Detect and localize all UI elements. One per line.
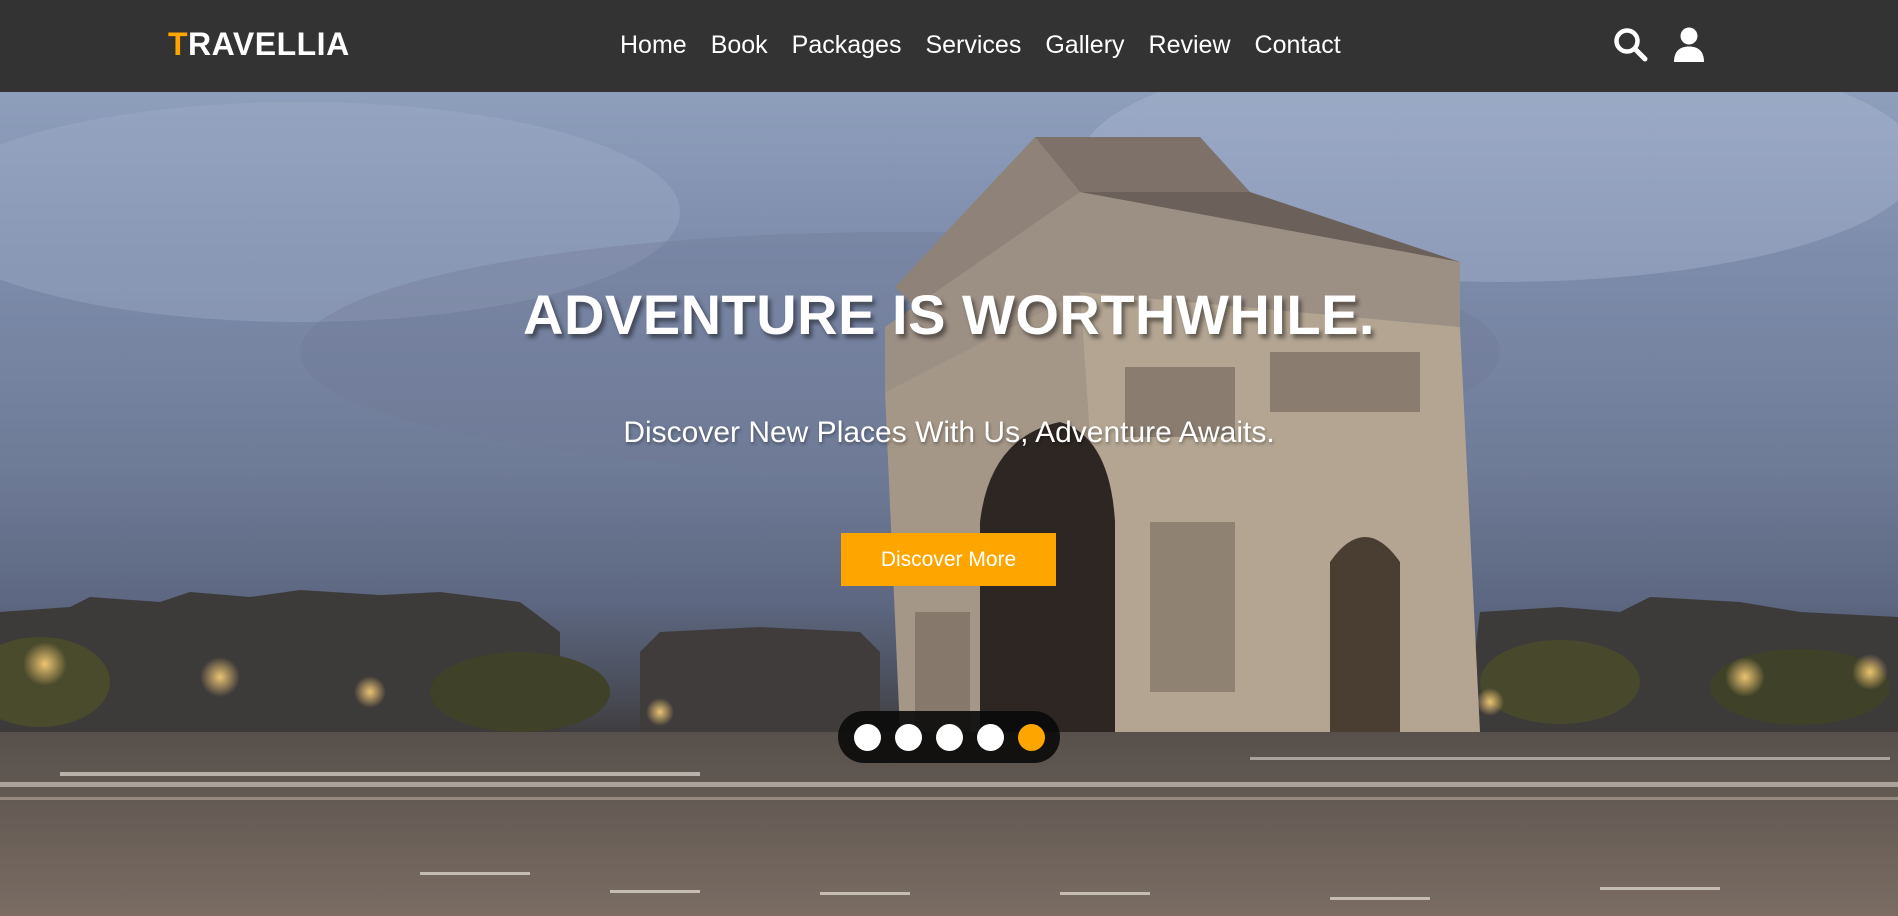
nav-gallery[interactable]: Gallery	[1045, 26, 1124, 64]
hero-background-image	[0, 92, 1898, 916]
hero-subtitle: Discover New Places With Us, Adventure A…	[623, 416, 1275, 449]
nav-contact[interactable]: Contact	[1255, 26, 1341, 64]
slide-dot[interactable]	[935, 723, 963, 751]
nav-packages[interactable]: Packages	[792, 26, 902, 64]
slide-dot-active[interactable]	[1017, 723, 1045, 751]
hero-title: ADVENTURE IS WORTHWHILE.	[523, 283, 1375, 346]
site-header: TRAVELLIA Home Book Packages Services Ga…	[0, 0, 1898, 92]
slide-dot[interactable]	[853, 723, 881, 751]
nav-book[interactable]: Book	[711, 26, 768, 64]
user-icon[interactable]	[1670, 26, 1708, 64]
brand-logo[interactable]: TRAVELLIA	[168, 24, 350, 64]
main-nav: Home Book Packages Services Gallery Revi…	[620, 26, 1341, 64]
search-icon[interactable]	[1612, 26, 1650, 64]
nav-home[interactable]: Home	[620, 26, 687, 64]
logo-text: RAVELLIA	[188, 26, 350, 62]
slide-dot[interactable]	[894, 723, 922, 751]
slider-controls	[838, 711, 1060, 763]
nav-review[interactable]: Review	[1149, 26, 1231, 64]
nav-services[interactable]: Services	[925, 26, 1021, 64]
logo-initial: T	[168, 26, 189, 62]
discover-more-button[interactable]: Discover More	[841, 533, 1056, 586]
hero-section: ADVENTURE IS WORTHWHILE. Discover New Pl…	[0, 92, 1898, 916]
slide-dot[interactable]	[976, 723, 1004, 751]
